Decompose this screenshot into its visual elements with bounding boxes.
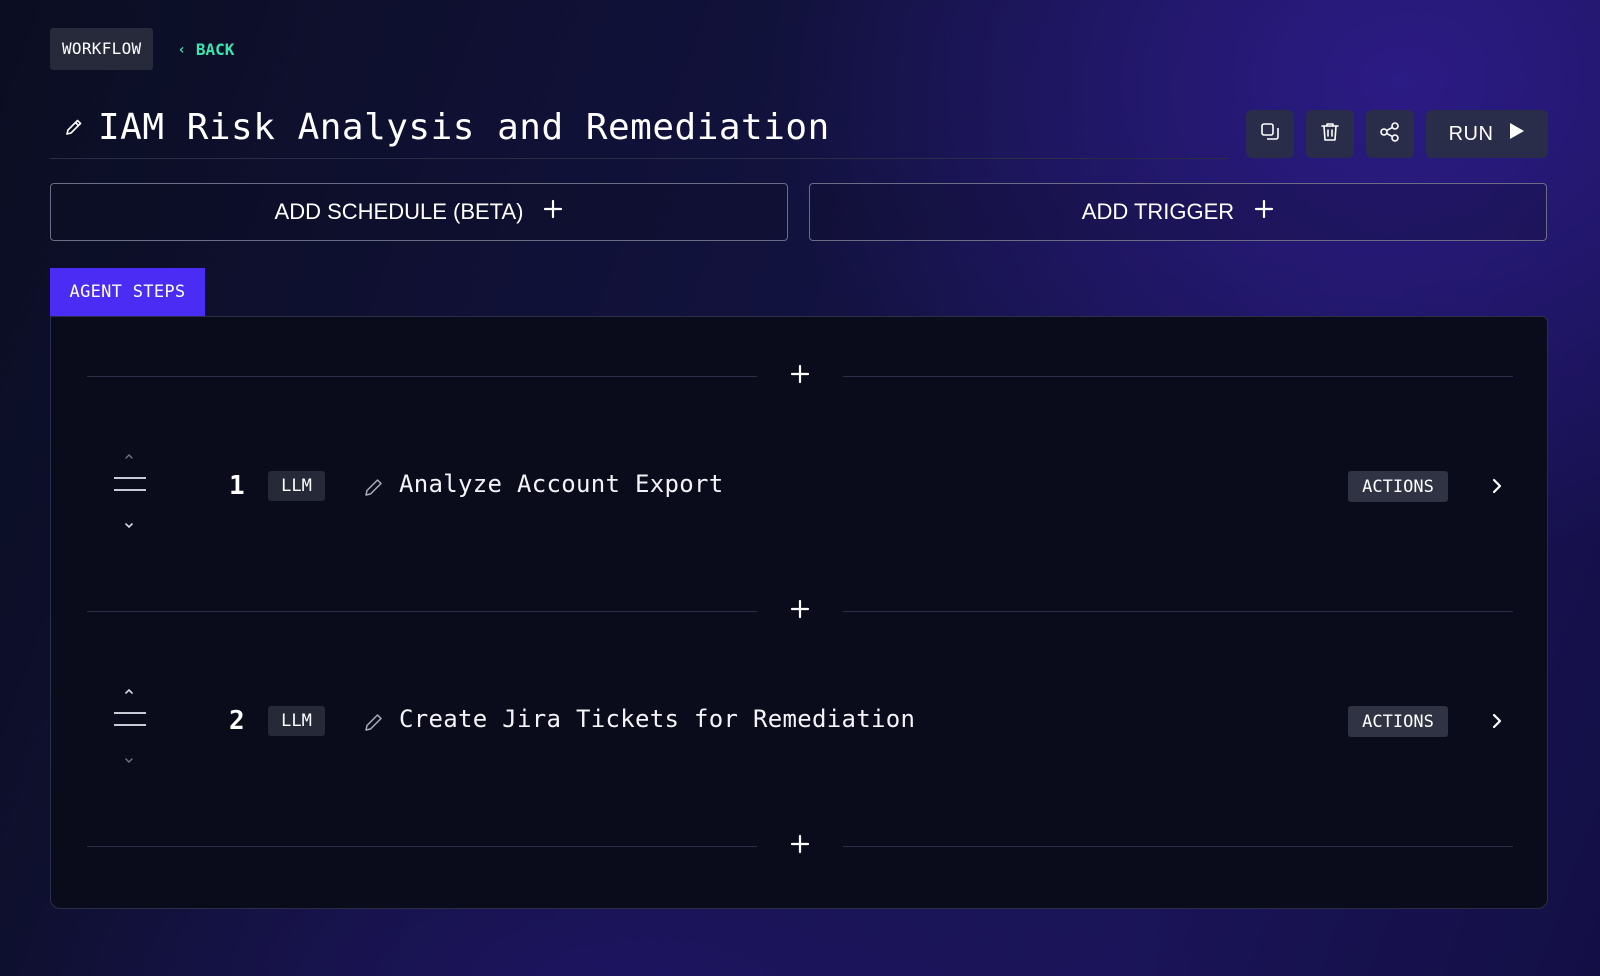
plus-icon [790,834,810,858]
reorder-controls [111,676,147,766]
add-step-button[interactable] [783,361,817,391]
divider-line [843,611,1513,612]
plus-icon [790,599,810,623]
play-icon [1509,122,1525,146]
actions-button[interactable]: ACTIONS [1348,471,1448,502]
chevron-left-icon: ‹ [177,42,186,58]
trash-icon [1319,121,1341,147]
step-type-badge: LLM [268,471,325,501]
delete-button[interactable] [1306,110,1354,158]
divider-line [87,846,757,847]
step-title[interactable]: Create Jira Tickets for Remediation [399,705,915,733]
back-label: BACK [195,39,235,59]
page-title[interactable]: IAM Risk Analysis and Remediation [98,107,830,148]
add-trigger-label: ADD TRIGGER [1081,199,1235,224]
move-up-icon[interactable] [121,447,137,459]
chevron-right-icon[interactable] [1487,711,1507,731]
add-schedule-button[interactable]: ADD SCHEDULE (BETA) [50,183,788,241]
divider-line [87,376,757,377]
title-row: IAM Risk Analysis and Remediation [50,96,1228,159]
share-button[interactable] [1366,110,1414,158]
workflow-badge: WORKFLOW [50,28,154,70]
toolbar: RUN [1246,110,1548,158]
copy-icon [1259,121,1281,147]
add-schedule-label: ADD SCHEDULE (BETA) [274,199,524,224]
agent-steps-panel: 1 LLM Analyze Account Export ACTIONS 2 L… [50,316,1548,909]
pencil-icon[interactable] [363,711,385,733]
add-step-button[interactable] [783,596,817,626]
plus-icon [543,199,563,225]
header-top: WORKFLOW ‹ BACK [50,28,234,70]
step-title[interactable]: Analyze Account Export [399,470,723,498]
pencil-icon[interactable] [363,476,385,498]
add-trigger-button[interactable]: ADD TRIGGER [809,183,1547,241]
pencil-icon[interactable] [62,115,86,139]
plus-icon [1254,199,1274,225]
divider-line [843,376,1513,377]
tab-agent-steps[interactable]: AGENT STEPS [50,268,205,316]
reorder-controls [111,441,147,531]
share-icon [1379,121,1401,147]
step-number: 1 [229,471,245,501]
add-step-button[interactable] [783,831,817,861]
move-down-icon[interactable] [121,515,137,529]
step-row[interactable]: 2 LLM Create Jira Tickets for Remediatio… [111,676,1531,766]
insert-step-divider [87,831,1513,861]
plus-icon [790,364,810,388]
run-label: RUN [1448,122,1494,145]
divider-line [87,611,757,612]
step-type-badge: LLM [268,706,325,736]
drag-handle-icon[interactable] [114,477,146,493]
move-up-icon[interactable] [121,682,137,694]
back-link[interactable]: ‹ BACK [177,40,234,59]
insert-step-divider [87,361,1513,391]
drag-handle-icon[interactable] [114,712,146,728]
run-button[interactable]: RUN [1426,110,1548,158]
actions-button[interactable]: ACTIONS [1348,706,1448,737]
move-down-icon[interactable] [121,750,137,763]
duplicate-button[interactable] [1246,110,1294,158]
step-row[interactable]: 1 LLM Analyze Account Export ACTIONS [111,441,1531,531]
insert-step-divider [87,596,1513,626]
step-number: 2 [229,706,245,736]
divider-line [843,846,1513,847]
chevron-right-icon[interactable] [1487,476,1507,496]
